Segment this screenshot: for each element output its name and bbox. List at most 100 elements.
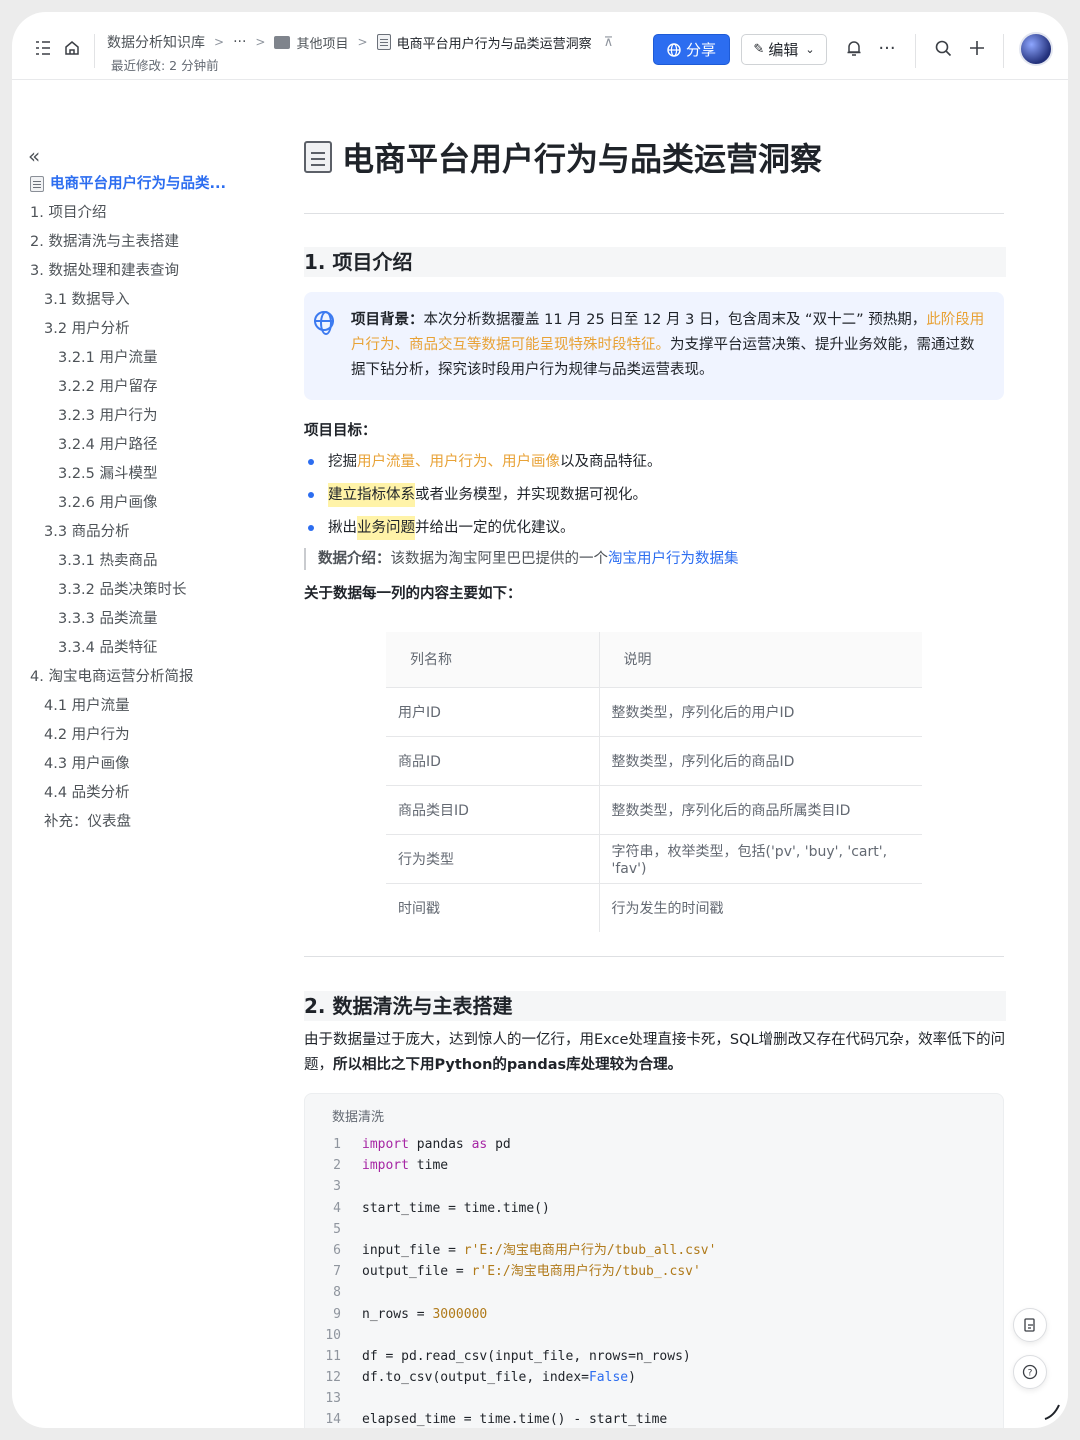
toc-item[interactable]: 电商平台用户行为与品类... xyxy=(30,170,250,199)
toc-item[interactable]: 3.2.3 用户行为 xyxy=(30,402,250,431)
toc-item[interactable]: 4. 淘宝电商运营分析简报 xyxy=(30,663,250,692)
line-number: 4 xyxy=(333,1200,341,1216)
toggle-sidebar-icon[interactable] xyxy=(33,38,53,58)
toc-item-label: 3.2.2 用户留存 xyxy=(58,379,158,395)
toc-item-label: 4. 淘宝电商运营分析简报 xyxy=(30,669,194,685)
document-icon xyxy=(30,176,44,192)
toc-item[interactable]: 3.3.1 热卖商品 xyxy=(30,547,250,576)
code-line: 7 output_file = r'E:/淘宝电商用户行为/tbub_.csv' xyxy=(305,1261,1003,1282)
dataset-link[interactable]: 淘宝用户行为数据集 xyxy=(608,551,739,567)
line-number: 6 xyxy=(333,1242,341,1258)
toc-item[interactable]: 3.3.4 品类特征 xyxy=(30,634,250,663)
code-token: import xyxy=(362,1158,409,1174)
resize-handle-icon[interactable] xyxy=(1042,1402,1062,1426)
toc-item[interactable]: 2. 数据清洗与主表搭建 xyxy=(30,228,250,257)
toc-item[interactable]: 3.2 用户分析 xyxy=(30,315,250,344)
table-header-cell: 说明 xyxy=(599,632,922,688)
breadcrumb-folder[interactable]: 其他项目 xyxy=(296,33,348,52)
toc-item-label: 3.3.1 热卖商品 xyxy=(58,553,158,569)
bell-icon[interactable] xyxy=(844,38,864,58)
section-heading: 1. 项目介绍 xyxy=(304,247,1006,277)
toc-item[interactable]: 4.1 用户流量 xyxy=(30,692,250,721)
toc-item-label: 4.4 品类分析 xyxy=(44,785,130,801)
code-token: pandas xyxy=(408,1137,472,1152)
pin-icon[interactable]: ⊼ xyxy=(604,35,614,50)
toc-item[interactable]: 3.2.4 用户路径 xyxy=(30,431,250,460)
code-line: 10 xyxy=(305,1325,1003,1346)
toc-item-label: 3.2.5 漏斗模型 xyxy=(58,466,158,482)
line-number: 13 xyxy=(325,1391,341,1407)
columns-title: 关于数据每一列的内容主要如下： xyxy=(304,586,522,602)
code-token: output_file = xyxy=(362,1264,472,1280)
folder-icon xyxy=(274,35,291,49)
code-token: r'E:/淘宝电商用户行为/tbub_all.csv' xyxy=(463,1242,717,1258)
toc-item[interactable]: 3.2.2 用户留存 xyxy=(30,373,250,402)
toc-item[interactable]: 补充：仪表盘 xyxy=(30,808,250,837)
code-line: 8 xyxy=(305,1282,1003,1303)
breadcrumb-root[interactable]: 数据分析知识库 xyxy=(107,32,205,52)
code-line: 9 n_rows = 3000000 xyxy=(305,1304,1003,1325)
goal-highlight: 建立指标体系 xyxy=(328,483,415,507)
help-icon[interactable]: ? xyxy=(1013,1355,1047,1389)
toc-item[interactable]: 3.3.2 品类决策时长 xyxy=(30,576,250,605)
toc-item[interactable]: 3.2.6 用户画像 xyxy=(30,489,250,518)
toc-item-label: 3.3.2 品类决策时长 xyxy=(58,582,187,598)
line-number: 2 xyxy=(333,1158,341,1174)
toc-item-label: 3.1 数据导入 xyxy=(44,292,130,308)
columns-table: 列名称 说明 用户ID 整数类型，序列化后的用户ID 商品ID 整数类型，序列化后的… xyxy=(386,632,922,932)
toc-item[interactable]: 4.4 品类分析 xyxy=(30,779,250,808)
toc-item[interactable]: 3.1 数据导入 xyxy=(30,286,250,315)
code-block[interactable]: 数据清洗 1 import pandas as pd 2 import time 3 4 s… xyxy=(304,1093,1004,1428)
callout-label: 项目背景： xyxy=(351,312,424,328)
line-number: 11 xyxy=(325,1348,341,1364)
toc-item[interactable]: 1. 项目介绍 xyxy=(30,199,250,228)
toc-item-label: 3.2.6 用户画像 xyxy=(58,495,158,511)
edit-button[interactable]: ✎ 编辑 ⌄ xyxy=(741,34,827,65)
toc-item[interactable]: 3. 数据处理和建表查询 xyxy=(30,257,250,286)
toc-item-label: 3.2.1 用户流量 xyxy=(58,350,158,366)
goals-title: 项目目标： xyxy=(304,423,377,439)
breadcrumb-current[interactable]: 电商平台用户行为与品类运营洞察 xyxy=(397,33,592,52)
page-title-text: 电商平台用户行为与品类运营洞察 xyxy=(342,140,823,178)
code-token: input_file = xyxy=(362,1242,464,1258)
goal-text: 揪出 xyxy=(328,520,357,536)
document-icon xyxy=(304,141,332,173)
toc-item[interactable]: 4.2 用户行为 xyxy=(30,721,250,750)
home-icon[interactable] xyxy=(62,38,82,58)
code-token: 3000000 xyxy=(432,1306,488,1322)
share-button[interactable]: 分享 xyxy=(653,34,730,65)
toc-item[interactable]: 3.3.3 品类流量 xyxy=(30,605,250,634)
more-icon[interactable]: ··· xyxy=(877,38,897,59)
bullet-dot xyxy=(308,492,314,498)
app-window: 数据分析知识库 > ··· > 其他项目 > 电商平台用户行为与品类运营洞察 ⊼… xyxy=(12,12,1068,1428)
toc-item[interactable]: 4.3 用户画像 xyxy=(30,750,250,779)
code-token: import xyxy=(362,1137,409,1152)
breadcrumb: 数据分析知识库 > ··· > 其他项目 > 电商平台用户行为与品类运营洞察 ⊼ xyxy=(107,32,613,52)
code-token: time xyxy=(408,1158,449,1174)
code-line: 3 xyxy=(305,1176,1003,1197)
toc-item-label: 3.2.3 用户行为 xyxy=(58,408,158,424)
code-line: 12 df.to_csv(output_file, index= False) xyxy=(305,1367,1003,1388)
table-header-cell: 列名称 xyxy=(386,632,600,688)
breadcrumb-more[interactable]: ··· xyxy=(233,34,246,50)
list-item: 揪出 业务问题 并给出一定的优化建议。 xyxy=(304,516,575,540)
toc-item[interactable]: 3.3 商品分析 xyxy=(30,518,250,547)
paragraph: 由于数据量过于庞大，达到惊人的一亿行，用Exce处理直接卡死，SQL增删改又存在… xyxy=(304,1028,1006,1078)
line-number: 5 xyxy=(333,1221,341,1237)
toc-item[interactable]: 3.2.1 用户流量 xyxy=(30,344,250,373)
table-of-contents: 电商平台用户行为与品类... 1. 项目介绍 2. 数据清洗与主表搭建 3. 数据处理… xyxy=(30,170,250,837)
table-cell: 行为发生的时间戳 xyxy=(611,900,724,917)
table-cell: 时间戳 xyxy=(386,883,600,932)
code-lines: 1 import pandas as pd 2 import time 3 4 start_… xyxy=(305,1134,1003,1428)
code-token: False xyxy=(588,1370,629,1386)
collapse-toc-icon[interactable]: « xyxy=(28,144,40,168)
avatar[interactable] xyxy=(1019,32,1053,66)
callout-text: 本次分析数据覆盖 11 月 25 日至 12 月 3 日，包含周末及 “双十二”… xyxy=(423,312,927,328)
table-row: 商品类目ID 整数类型，序列化后的商品所属类目ID xyxy=(386,785,922,835)
table-row: 用户ID 整数类型，序列化后的用户ID xyxy=(386,687,922,737)
search-icon[interactable] xyxy=(933,38,953,58)
document-outline-icon[interactable] xyxy=(1013,1308,1047,1342)
plus-icon[interactable] xyxy=(967,38,987,58)
toc-item[interactable]: 3.2.5 漏斗模型 xyxy=(30,460,250,489)
line-number: 8 xyxy=(333,1285,341,1301)
